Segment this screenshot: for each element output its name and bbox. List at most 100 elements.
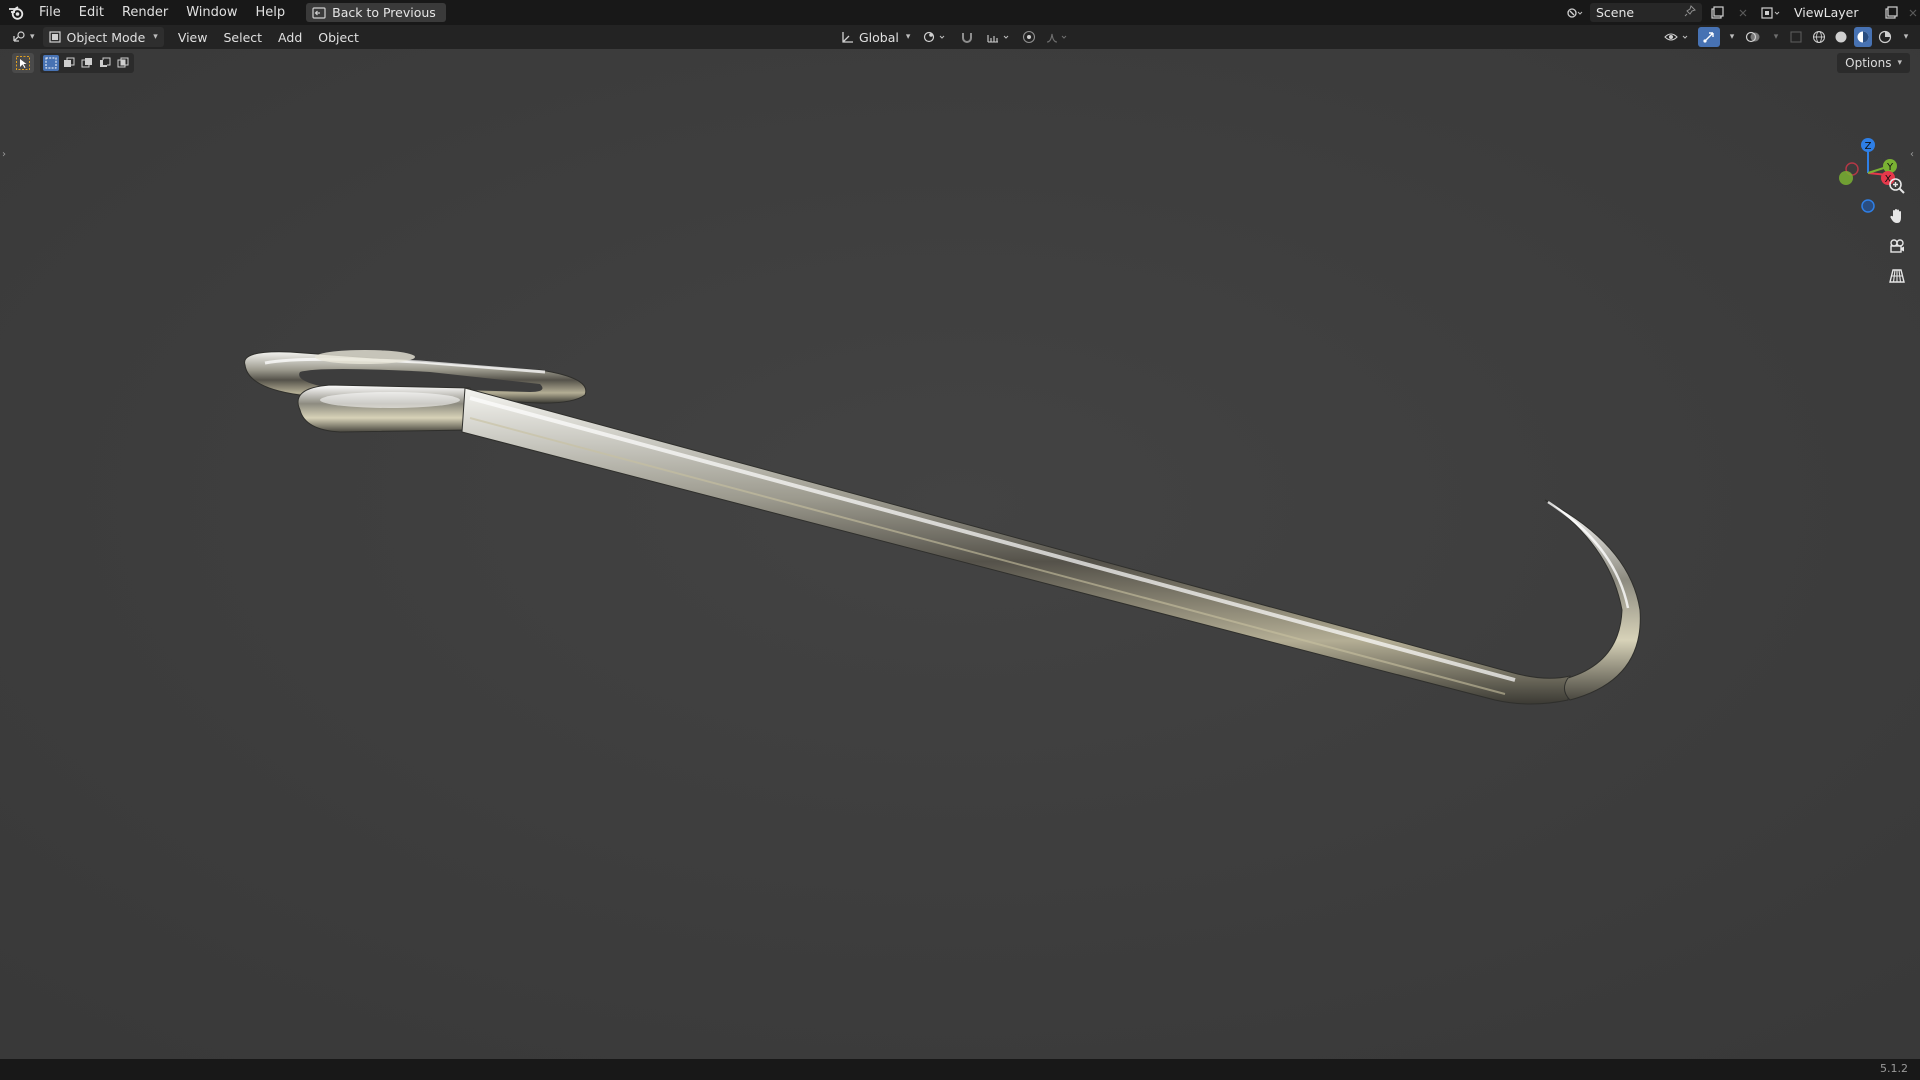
shading-material-preview-button[interactable]	[1854, 27, 1872, 47]
orientation-axes-icon	[842, 32, 853, 43]
rendered-sphere-icon	[1878, 30, 1892, 44]
gizmo-icon	[1703, 32, 1714, 43]
blender-logo-icon[interactable]	[2, 0, 30, 25]
transform-controls: Global ▾	[836, 25, 1072, 49]
scene-name-field[interactable]: Scene	[1590, 3, 1702, 22]
back-to-previous-button[interactable]: Back to Previous	[306, 3, 446, 22]
selection-mode-invert-button[interactable]	[97, 55, 113, 71]
scene-name: Scene	[1596, 5, 1635, 20]
perspective-toggle-button[interactable]	[1884, 263, 1910, 289]
select-intersect-icon	[117, 57, 129, 68]
menu-help[interactable]: Help	[247, 0, 295, 25]
xray-toggle[interactable]	[1786, 27, 1806, 47]
viewport-canvas[interactable]	[0, 49, 1920, 1059]
magnet-icon	[962, 33, 973, 43]
back-screen-icon	[312, 6, 326, 19]
zoom-magnifier-icon	[1889, 178, 1905, 194]
proportional-editing-toggle[interactable]	[1020, 27, 1038, 47]
chevron-down-icon: ▾	[153, 32, 158, 42]
menu-select[interactable]: Select	[215, 27, 270, 47]
snap-increment-icon	[987, 35, 1009, 43]
pan-button[interactable]	[1884, 203, 1910, 229]
solid-sphere-icon	[1835, 31, 1847, 43]
select-set-icon	[45, 57, 57, 69]
options-dropdown[interactable]: Options ▾	[1837, 53, 1910, 73]
chevron-down-icon: ▾	[1897, 58, 1902, 68]
status-bar: 5.1.2	[0, 1059, 1920, 1080]
show-overlays-toggle[interactable]	[1742, 27, 1764, 47]
tool-settings-row	[12, 53, 134, 73]
chevron-down-icon: ▾	[30, 32, 35, 42]
view-layer-name: ViewLayer	[1794, 5, 1859, 20]
perspective-grid-icon	[1889, 269, 1905, 283]
shading-rendered-button[interactable]	[1876, 27, 1894, 47]
select-tool-button[interactable]	[12, 53, 34, 73]
camera-icon	[1890, 239, 1904, 253]
menu-edit[interactable]: Edit	[70, 0, 113, 25]
object-visibility-dropdown[interactable]	[1662, 27, 1694, 47]
overlays-options-dropdown[interactable]: ▾	[1768, 27, 1782, 47]
gizmo-neg-z-icon[interactable]	[1861, 199, 1875, 213]
viewport-display-controls: ▾ ▾ ▾	[1662, 25, 1912, 49]
chevron-down-icon: ▾	[1729, 32, 1735, 42]
selection-mode-group	[40, 53, 134, 73]
overlays-icon	[1745, 31, 1760, 43]
version-label: 5.1.2	[1880, 1062, 1908, 1075]
shading-wireframe-button[interactable]	[1810, 27, 1828, 47]
options-label: Options	[1845, 56, 1892, 70]
selection-mode-set-button[interactable]	[43, 55, 59, 71]
camera-view-button[interactable]	[1884, 233, 1910, 259]
chevron-down-icon: ▾	[1903, 32, 1909, 42]
select-extend-icon	[64, 57, 75, 67]
gizmo-neg-y-icon[interactable]	[1839, 171, 1853, 185]
show-gizmo-toggle[interactable]	[1698, 27, 1720, 47]
shading-options-dropdown[interactable]: ▾	[1898, 27, 1912, 47]
chevron-down-icon: ▾	[1773, 32, 1779, 42]
pivot-point-dropdown[interactable]	[920, 27, 950, 47]
gizmo-z-label: Z	[1865, 141, 1872, 152]
menu-file[interactable]: File	[30, 0, 70, 25]
menu-object[interactable]: Object	[310, 27, 367, 47]
gizmo-options-dropdown[interactable]: ▾	[1724, 27, 1738, 47]
select-subtract-icon	[81, 58, 92, 68]
selection-mode-subtract-button[interactable]	[79, 55, 95, 71]
3d-viewport[interactable]: › ‹ Z Y X	[0, 49, 1920, 1059]
gizmo-y-label: Y	[1886, 162, 1894, 173]
pin-icon[interactable]	[1684, 5, 1696, 20]
select-invert-icon	[100, 57, 111, 67]
object-mode-label: Object Mode	[66, 29, 146, 45]
shading-solid-button[interactable]	[1832, 27, 1850, 47]
view-layer-field[interactable]: ViewLayer	[1788, 3, 1876, 22]
object-mode-dropdown[interactable]: Object Mode ▾	[42, 27, 164, 47]
new-scene-icon[interactable]	[1706, 3, 1728, 22]
delete-scene-icon[interactable]	[1732, 3, 1754, 22]
workspace-controls: Scene ViewLayer	[1564, 0, 1920, 25]
zoom-button[interactable]	[1884, 173, 1910, 199]
falloff-curve-icon	[1047, 33, 1067, 43]
toolbar-expand-icon[interactable]: ›	[2, 149, 6, 160]
selection-mode-extend-button[interactable]	[61, 55, 77, 71]
menu-view[interactable]: View	[170, 27, 216, 47]
pivot-point-icon	[924, 31, 945, 43]
chevron-down-icon: ▾	[905, 32, 911, 42]
menu-add[interactable]: Add	[270, 27, 310, 47]
select-cursor-icon	[16, 56, 30, 70]
view-layer-browse-icon[interactable]	[1758, 3, 1784, 22]
delete-view-layer-icon[interactable]	[1906, 3, 1920, 22]
transform-orientation-label: Global	[859, 29, 899, 45]
snap-toggle[interactable]	[956, 27, 978, 47]
transform-orientation-dropdown[interactable]: Global ▾	[836, 27, 914, 47]
snap-target-dropdown[interactable]	[984, 27, 1014, 47]
material-sphere-icon	[1857, 31, 1869, 43]
menu-render[interactable]: Render	[113, 0, 177, 25]
editor-type-button[interactable]: ▾	[0, 27, 39, 47]
selection-mode-intersect-button[interactable]	[115, 55, 131, 71]
back-to-previous-label: Back to Previous	[332, 5, 436, 20]
menu-window[interactable]: Window	[177, 0, 246, 25]
proportional-falloff-dropdown[interactable]	[1044, 27, 1072, 47]
3d-viewport-icon	[13, 31, 25, 42]
scene-browse-icon[interactable]	[1564, 3, 1586, 22]
new-view-layer-icon[interactable]	[1880, 3, 1902, 22]
hand-pan-icon	[1890, 209, 1901, 223]
wireframe-sphere-icon	[1813, 31, 1825, 43]
